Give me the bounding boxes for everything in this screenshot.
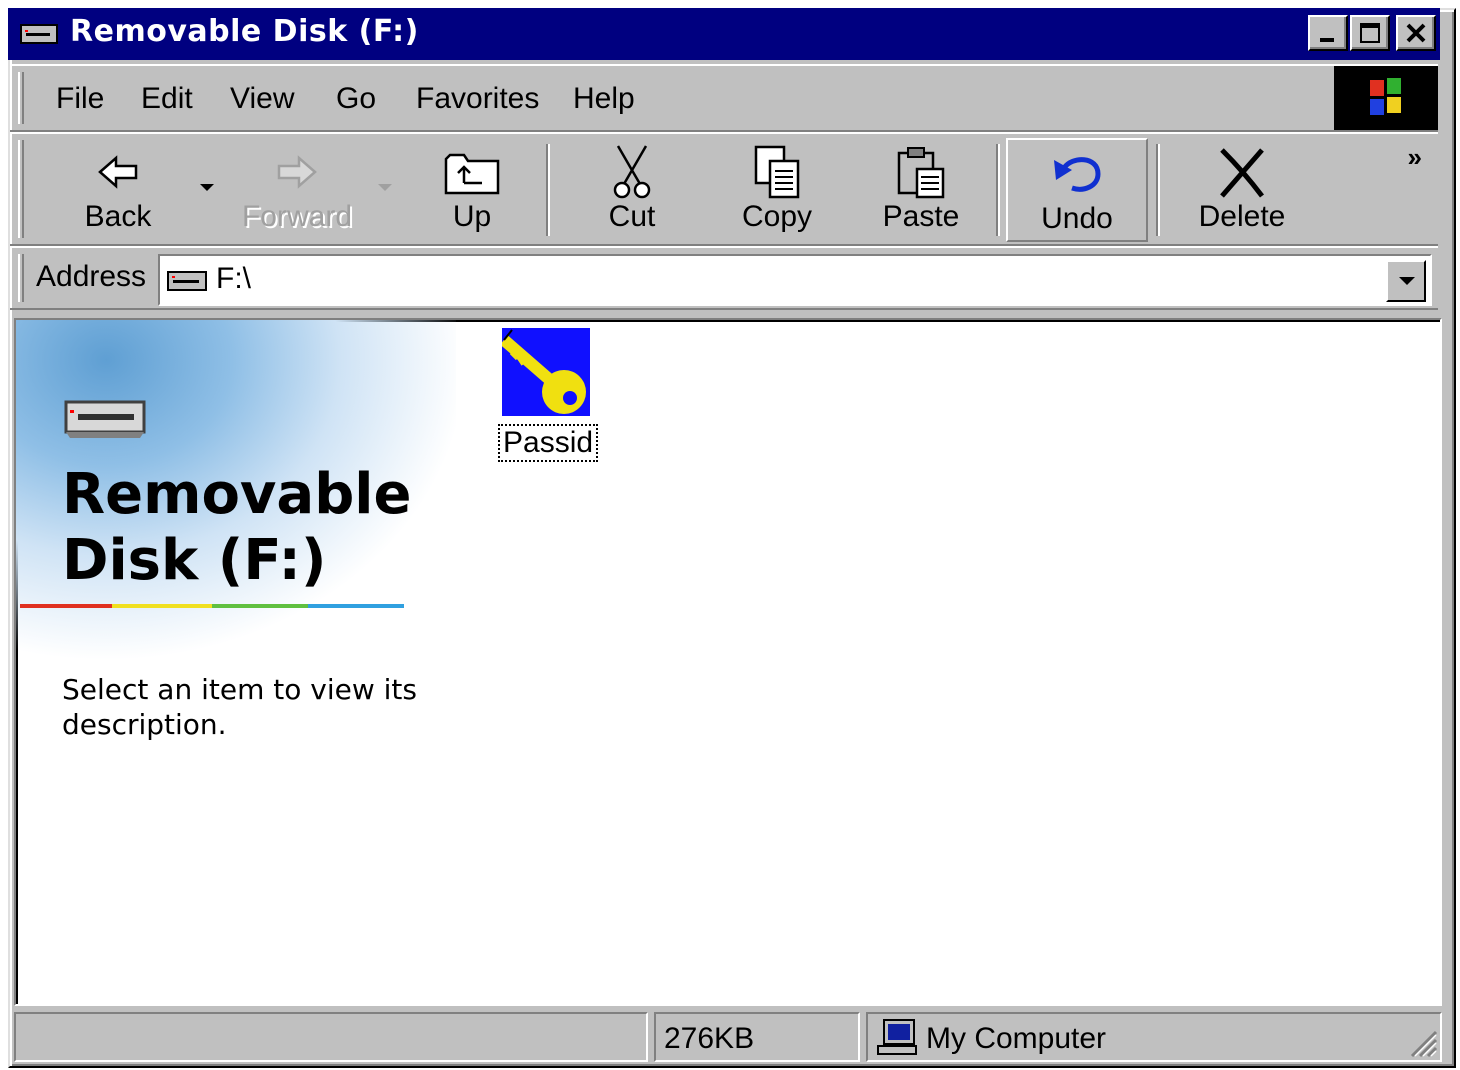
removable-drive-icon: [60, 396, 150, 447]
address-dropdown-button[interactable]: [1386, 260, 1426, 302]
up-button[interactable]: Up: [422, 138, 522, 242]
back-dropdown-arrow[interactable]: [200, 184, 214, 191]
chevron-down-icon: [1399, 277, 1415, 285]
forward-dropdown-arrow[interactable]: [378, 184, 392, 191]
menu-edit[interactable]: Edit: [141, 82, 193, 116]
file-label: Passid: [498, 424, 599, 462]
address-value: F:\: [216, 262, 251, 295]
toolbar: Back Forward Up Cut Copy Paste Undo Dele…: [10, 132, 1438, 246]
folder-view[interactable]: Removable Disk (F:) Select an item to vi…: [14, 318, 1442, 1006]
menu-favorites[interactable]: Favorites: [416, 82, 539, 116]
status-pane-info: [14, 1012, 648, 1062]
status-bar: 276KB My Computer: [14, 1012, 1442, 1062]
minimize-button[interactable]: [1308, 15, 1348, 51]
folder-up-icon: [422, 144, 522, 200]
status-pane-size: 276KB: [654, 1012, 860, 1062]
menu-go[interactable]: Go: [336, 82, 376, 116]
panel-title: Removable Disk (F:): [62, 462, 412, 593]
cut-button[interactable]: Cut: [582, 138, 682, 242]
scissors-icon: [582, 144, 682, 200]
web-view-panel: Removable Disk (F:) Select an item to vi…: [16, 320, 456, 1004]
my-computer-icon: [876, 1018, 920, 1064]
maximize-button[interactable]: [1350, 15, 1390, 51]
menu-file[interactable]: File: [56, 82, 104, 116]
toolbar-grip[interactable]: [18, 140, 24, 238]
clipboard-paste-icon: [866, 144, 976, 200]
toolbar-separator: [1156, 144, 1160, 236]
back-button[interactable]: Back: [58, 138, 178, 242]
delete-button[interactable]: Delete: [1182, 138, 1302, 242]
file-item-passid[interactable]: Passid: [498, 328, 599, 462]
windows-logo-icon: [1334, 66, 1438, 130]
status-location: My Computer: [926, 1022, 1107, 1055]
resize-grip-icon[interactable]: [1408, 1028, 1438, 1058]
status-pane-zone: My Computer: [866, 1012, 1442, 1062]
back-arrow-icon: [58, 144, 178, 200]
menu-view[interactable]: View: [230, 82, 294, 116]
addressbar-grip[interactable]: [18, 254, 24, 302]
toolbar-chevron-icon[interactable]: »: [1408, 142, 1422, 173]
copy-button[interactable]: Copy: [722, 138, 832, 242]
drive-icon: [20, 22, 58, 51]
toolbar-separator: [996, 144, 1000, 236]
window-title: Removable Disk (F:): [70, 14, 419, 49]
forward-arrow-icon: [232, 144, 362, 200]
paste-button[interactable]: Paste: [866, 138, 976, 242]
copy-icon: [722, 144, 832, 200]
delete-x-icon: [1182, 144, 1302, 200]
forward-button[interactable]: Forward: [232, 138, 362, 242]
address-input[interactable]: F:\: [158, 254, 1432, 306]
toolbar-separator: [546, 144, 550, 236]
address-bar: Address F:\: [10, 246, 1438, 310]
drive-icon: [166, 268, 208, 299]
title-bar[interactable]: Removable Disk (F:): [8, 8, 1440, 60]
address-label: Address: [36, 260, 147, 293]
menu-bar: File Edit View Go Favorites Help: [10, 64, 1438, 132]
undo-icon: [1008, 146, 1146, 202]
undo-button[interactable]: Undo: [1006, 138, 1148, 242]
panel-description: Select an item to view its description.: [62, 673, 417, 741]
menu-help[interactable]: Help: [573, 82, 635, 116]
panel-divider: [20, 604, 404, 608]
key-icon: [500, 328, 590, 416]
menubar-grip[interactable]: [18, 72, 24, 124]
close-button[interactable]: [1396, 15, 1436, 51]
